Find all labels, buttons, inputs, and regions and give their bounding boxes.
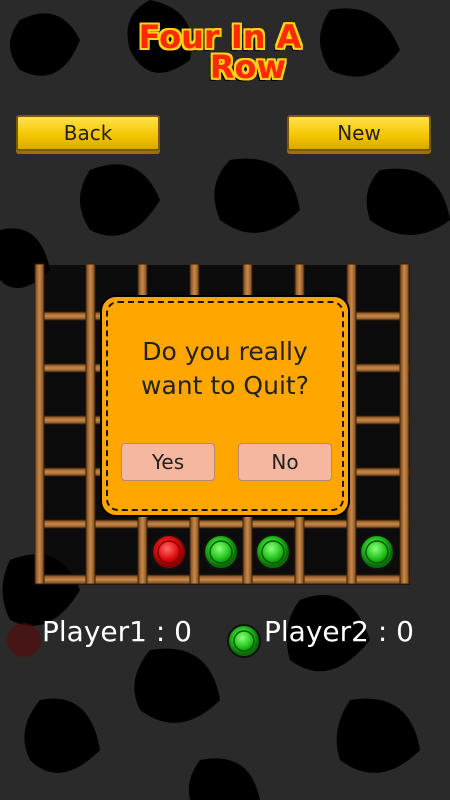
player1-indicator [7, 623, 41, 657]
green-disc [255, 534, 291, 570]
no-button[interactable]: No [238, 443, 332, 481]
green-disc [359, 534, 395, 570]
player2-score: Player2 : 0 [264, 615, 414, 648]
player1-score: Player1 : 0 [42, 615, 192, 648]
yes-button[interactable]: Yes [121, 443, 215, 481]
player2-indicator [227, 624, 261, 658]
red-disc [151, 534, 187, 570]
green-disc [203, 534, 239, 570]
dialog-line-1: Do you really [142, 337, 308, 366]
dialog-line-2: want to Quit? [141, 371, 309, 400]
dialog-message: Do you really want to Quit? [102, 335, 348, 403]
quit-dialog: Do you really want to Quit? Yes No [100, 295, 350, 517]
